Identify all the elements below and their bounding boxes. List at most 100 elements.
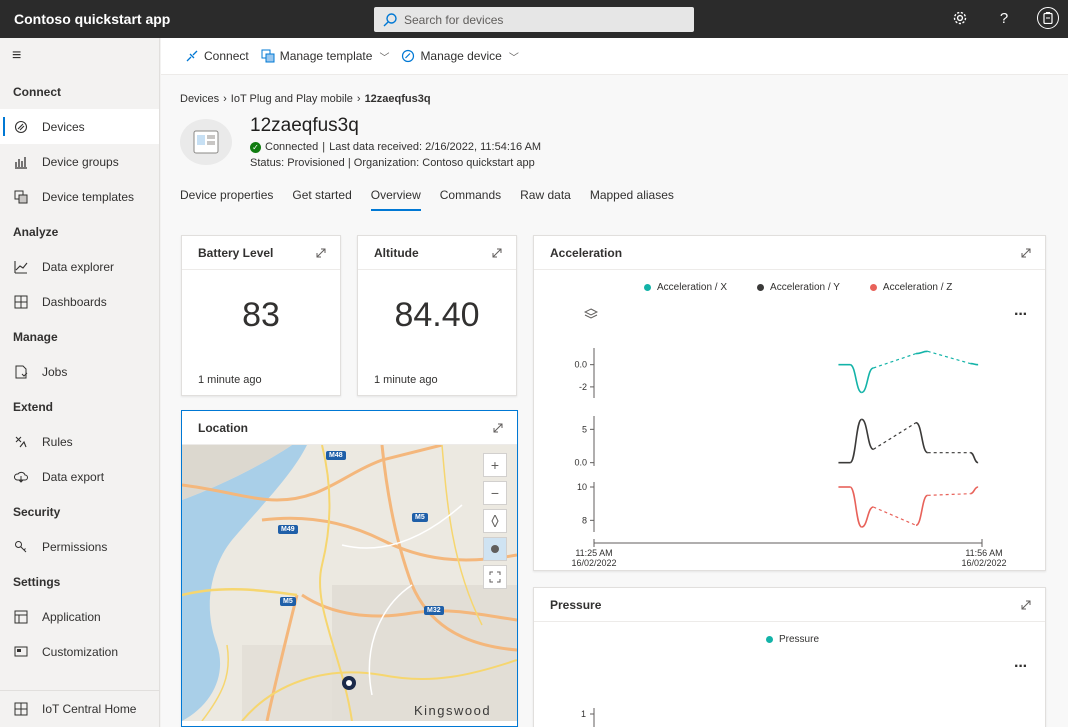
y-tick-label: 1 [581, 709, 586, 719]
expand-icon[interactable] [1019, 246, 1033, 260]
sidebar-item-customization[interactable]: Customization [0, 634, 159, 669]
tile-title: Location [198, 420, 248, 435]
sidebar-section-settings: Settings [13, 574, 61, 589]
manage-device-button[interactable]: Manage device ﹀ [401, 49, 519, 64]
home-icon [13, 701, 29, 717]
breadcrumb-current: 12zaeqfus3q [364, 93, 431, 105]
device-thumbnail [180, 119, 232, 165]
series-gap-1 [927, 350, 971, 365]
series-line-1 [861, 367, 874, 394]
tab-commands[interactable]: Commands [440, 188, 501, 211]
map-style-button[interactable] [483, 537, 507, 561]
app-title[interactable]: Contoso quickstart app [0, 11, 372, 27]
legend-item[interactable]: Acceleration / X [644, 282, 727, 293]
tab-overview[interactable]: Overview [370, 188, 421, 211]
altitude-value: 84.40 [394, 296, 480, 334]
series-gap-3 [873, 506, 917, 526]
devices-icon [13, 119, 29, 135]
expand-icon[interactable] [490, 246, 504, 260]
device-groups-icon [13, 154, 29, 170]
expand-icon[interactable] [1019, 598, 1033, 612]
tab-raw-data[interactable]: Raw data [520, 188, 571, 211]
sidebar-item-device-groups[interactable]: Device groups [0, 144, 159, 179]
search-box[interactable]: Search for devices [374, 7, 694, 32]
sidebar-item-data-export[interactable]: Data export [0, 459, 159, 494]
legend-label: Acceleration / X [657, 282, 728, 293]
account-icon[interactable] [1036, 6, 1060, 30]
series-line-3 [970, 486, 979, 495]
last-data-text: Last data received: 2/16/2022, 11:54:16 … [329, 141, 542, 153]
breadcrumb: Devices › IoT Plug and Play mobile › 12z… [180, 93, 431, 105]
expand-icon[interactable] [491, 421, 505, 435]
y-tick-label: -2 [579, 382, 587, 392]
compass-icon[interactable] [483, 509, 507, 533]
avatar [1037, 7, 1059, 29]
breadcrumb-template[interactable]: IoT Plug and Play mobile [231, 93, 353, 105]
sidebar: ≡ Connect Devices Device groups Device t… [0, 38, 160, 727]
series-line-2 [915, 421, 929, 454]
sidebar-item-dashboards[interactable]: Dashboards [0, 284, 159, 319]
sidebar-item-jobs[interactable]: Jobs [0, 354, 159, 389]
map-view[interactable]: M48 M49 M5 M5 M32 Kingswood + − [182, 445, 517, 721]
connection-text: Connected [265, 141, 319, 153]
layers-icon[interactable] [584, 307, 598, 321]
connect-label: Connect [204, 49, 249, 63]
sidebar-item-label: IoT Central Home [42, 701, 137, 716]
hamburger-menu-icon[interactable]: ≡ [0, 38, 159, 74]
customization-icon [13, 644, 29, 660]
zoom-out-button[interactable]: − [483, 481, 507, 505]
data-export-icon [13, 469, 29, 485]
sidebar-item-label: Device templates [42, 189, 135, 204]
road-label-m5: M5 [412, 513, 428, 522]
series-line-2 [970, 451, 979, 464]
y-tick-label: 0.0 [574, 360, 587, 370]
x-tick-label: 16/02/2022 [961, 558, 1006, 568]
tab-get-started[interactable]: Get started [292, 188, 351, 211]
breadcrumb-devices[interactable]: Devices [180, 93, 219, 105]
more-options-icon[interactable]: ··· [1014, 306, 1028, 324]
settings-icon[interactable] [948, 6, 972, 30]
pressure-tile: Pressure Pressure ··· 1 [533, 587, 1046, 727]
help-icon[interactable]: ? [992, 6, 1016, 30]
y-tick-label: 5 [582, 424, 587, 434]
device-connection-status: ✓ Connected | Last data received: 2/16/2… [250, 141, 541, 153]
sidebar-item-devices[interactable]: Devices [0, 109, 159, 144]
command-bar: Connect Manage template ﹀ Manage device … [161, 38, 1068, 75]
sidebar-item-application[interactable]: Application [0, 599, 159, 634]
sidebar-item-label: Device groups [42, 154, 119, 169]
series-line-1 [849, 363, 863, 394]
tile-title: Battery Level [198, 245, 274, 260]
sidebar-item-data-explorer[interactable]: Data explorer [0, 249, 159, 284]
altitude-tile: Altitude 84.40 1 minute ago [357, 235, 517, 396]
device-templates-icon [13, 189, 29, 205]
search-placeholder: Search for devices [404, 12, 504, 27]
legend-item[interactable]: Acceleration / Y [757, 282, 840, 293]
series-line-2 [861, 418, 874, 451]
zoom-in-button[interactable]: + [483, 453, 507, 477]
permissions-icon [13, 539, 29, 555]
sidebar-section-connect: Connect [13, 84, 61, 99]
tab-mapped-aliases[interactable]: Mapped aliases [590, 188, 674, 211]
tile-title: Pressure [550, 597, 602, 612]
acceleration-tile: Acceleration Acceleration / X Accelerati… [533, 235, 1046, 571]
tab-device-properties[interactable]: Device properties [180, 188, 273, 211]
connect-button[interactable]: Connect [185, 49, 249, 63]
device-status-line: Status: Provisioned | Organization: Cont… [250, 157, 535, 169]
fullscreen-icon[interactable] [483, 565, 507, 589]
connected-check-icon: ✓ [250, 141, 261, 153]
sidebar-item-rules[interactable]: Rules [0, 424, 159, 459]
chevron-down-icon: ﹀ [379, 52, 390, 64]
sidebar-item-device-templates[interactable]: Device templates [0, 179, 159, 214]
dashboards-icon [13, 294, 29, 310]
manage-template-button[interactable]: Manage template ﹀ [261, 49, 390, 64]
more-options-icon[interactable]: ··· [1014, 658, 1028, 676]
provision-status: Status: Provisioned [250, 157, 345, 169]
legend-label: Acceleration / Z [882, 282, 953, 293]
legend-item[interactable]: Acceleration / Z [869, 282, 953, 293]
sidebar-item-permissions[interactable]: Permissions [0, 529, 159, 564]
legend-item[interactable]: Pressure [766, 634, 819, 645]
sidebar-section-manage: Manage [13, 329, 58, 344]
road-label-m5: M5 [280, 597, 296, 606]
sidebar-item-iot-central-home[interactable]: IoT Central Home [0, 691, 159, 726]
expand-icon[interactable] [314, 246, 328, 260]
